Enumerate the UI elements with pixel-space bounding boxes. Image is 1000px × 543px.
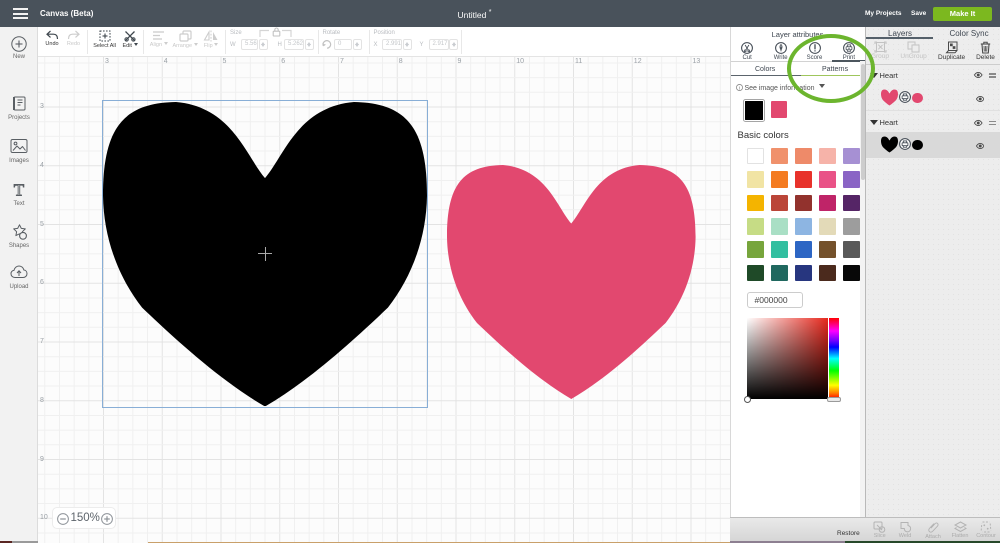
svg-text:T: T xyxy=(14,181,25,198)
